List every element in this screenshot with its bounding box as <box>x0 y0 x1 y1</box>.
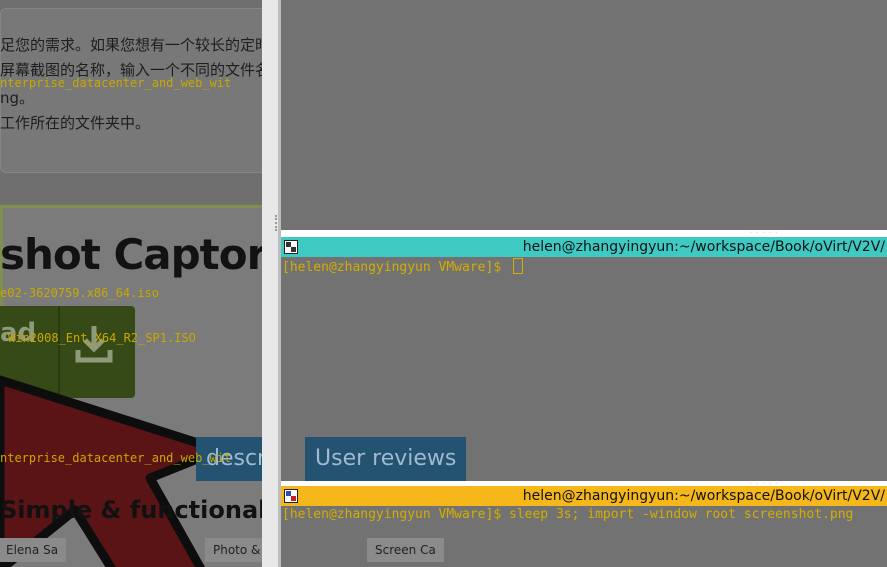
overlay-filename: nterprise_datacenter_and_web_wit <box>0 76 232 90</box>
terminal-active-icon[interactable] <box>282 487 300 505</box>
overlay-filename: nterprise_datacenter_and_web_wit <box>0 451 232 465</box>
article-text-line: ng。 <box>0 89 35 107</box>
terminal-pane: User reviews Screen Ca ..... helen@zhang… <box>281 0 887 567</box>
tab-user-reviews[interactable]: User reviews <box>305 437 467 481</box>
terminal-titlebar[interactable]: helen@zhangyingyun:~/workspace/Book/oVir… <box>281 237 887 257</box>
background-browser-pane: 足您的需求。如果您想有一个较长的定时器，变更sleep后的 屏幕截图的名称，输入… <box>0 0 262 567</box>
article-text-line: 工作所在的文件夹中。 <box>0 114 151 132</box>
terminal-prompt-line[interactable]: [helen@zhangyingyun VMware]$ <box>282 258 523 275</box>
terminal-command-line[interactable]: [helen@zhangyingyun VMware]$ sleep 3s; i… <box>282 507 853 522</box>
terminal-title: helen@zhangyingyun:~/workspace/Book/oVir… <box>522 488 885 504</box>
overlay-filename: Win2008_Ent_X64_R2_SP1.ISO <box>8 331 196 345</box>
overlay-filename: e02-3620759.x86_64.iso <box>0 286 159 300</box>
terminal-titlebar-active[interactable]: helen@zhangyingyun:~/workspace/Book/oVir… <box>281 486 887 506</box>
article-card <box>0 8 262 173</box>
resize-handle[interactable]: ..... <box>748 226 780 236</box>
terminal-command: sleep 3s; import -window root screenshot… <box>508 507 854 522</box>
pane-divider[interactable] <box>262 0 278 567</box>
site-title: shot Captor <box>0 230 262 279</box>
category-chip[interactable]: Photo & photography software <box>205 538 262 562</box>
terminal-separator <box>281 230 887 237</box>
terminal-cursor <box>512 258 523 274</box>
author-chip[interactable]: Elena Sa <box>0 538 67 562</box>
terminal-title: helen@zhangyingyun:~/workspace/Book/oVir… <box>522 239 885 255</box>
terminal-prompt: [helen@zhangyingyun VMware]$ <box>282 260 509 275</box>
site-headline: Simple & functional screenshot program <box>0 496 262 524</box>
article-text-line: 足您的需求。如果您想有一个较长的定时器，变更sleep后的 <box>0 36 262 54</box>
terminal-prompt: [helen@zhangyingyun VMware]$ <box>282 507 509 522</box>
category-chip[interactable]: Screen Ca <box>367 538 444 562</box>
pane-drag-handle[interactable] <box>275 215 280 231</box>
terminal-icon[interactable] <box>282 238 300 256</box>
